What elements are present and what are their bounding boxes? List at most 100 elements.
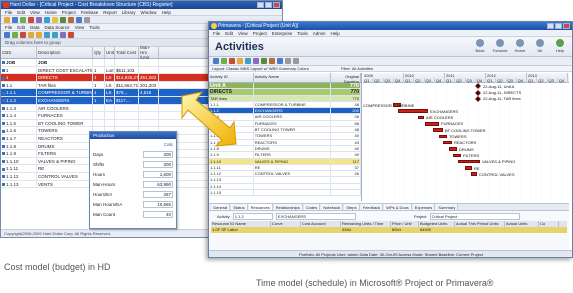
pv-menu-view[interactable]: View <box>238 31 248 36</box>
tree-node-icon[interactable] <box>2 106 5 110</box>
activity-bar[interactable] <box>443 140 452 145</box>
calc-icon[interactable] <box>76 16 82 23</box>
activity-bar[interactable] <box>425 122 439 126</box>
tab-relationships[interactable]: Relationships <box>273 204 303 210</box>
tree-node-icon[interactable] <box>2 91 5 95</box>
indent-icon[interactable] <box>237 58 243 64</box>
filter-label[interactable]: Filter: All Activities <box>341 66 373 72</box>
add-row-icon[interactable] <box>12 31 18 38</box>
activity-id-field[interactable]: 1.1.2 <box>232 213 273 220</box>
open-icon[interactable] <box>4 16 10 23</box>
tree-node-icon[interactable] <box>2 114 5 118</box>
menu-window[interactable]: Window <box>141 10 157 15</box>
activity-bar[interactable] <box>465 166 472 170</box>
submenu-data-source[interactable]: Data Source <box>45 25 70 30</box>
pv-menu-admin[interactable]: Admin <box>313 31 326 36</box>
outdent-icon[interactable] <box>36 31 42 38</box>
activity-bar[interactable] <box>471 172 477 176</box>
minimize-button[interactable] <box>257 2 264 8</box>
tree-node-icon[interactable] <box>2 84 5 88</box>
production-field-value[interactable]: 10,665 <box>143 200 173 208</box>
col-activity-name[interactable]: Activity Name <box>254 73 332 82</box>
tree-node-icon[interactable] <box>2 182 5 186</box>
activity-bar[interactable] <box>398 109 428 113</box>
columns-icon[interactable] <box>277 58 283 64</box>
filter-icon[interactable] <box>261 58 267 64</box>
project-value[interactable]: Critical Project <box>429 213 520 220</box>
menu-edit[interactable]: Edit <box>17 10 25 15</box>
production-field-value[interactable]: 63,990 <box>143 180 173 188</box>
sort-icon[interactable] <box>68 16 74 23</box>
paste-icon[interactable] <box>52 16 58 23</box>
tree-node-icon[interactable] <box>2 61 5 65</box>
back-button[interactable]: Back <box>472 39 488 55</box>
milestone-marker[interactable] <box>475 83 481 90</box>
delete-icon[interactable] <box>28 16 34 23</box>
pv-menu-tools[interactable]: Tools <box>297 31 308 36</box>
layout-label[interactable]: Layout: Classic WBS Layout w/ WBS Summar… <box>212 66 309 71</box>
tab-status[interactable]: Status <box>231 204 248 210</box>
col-cbs[interactable]: CBS <box>1 47 37 58</box>
col-man-hrs[interactable]: Man-Hrs /Unit <box>139 45 159 60</box>
tab-summary[interactable]: Summary <box>436 204 459 210</box>
production-field-value[interactable]: 200 <box>143 160 173 168</box>
pv-menu-enterprise[interactable]: Enterprise <box>272 31 293 36</box>
submenu-tools[interactable]: Tools <box>89 25 100 30</box>
production-field-value[interactable]: 200 <box>143 150 173 158</box>
submenu-view[interactable]: View <box>75 25 85 30</box>
collapse-icon[interactable] <box>52 31 58 38</box>
menu-home[interactable]: Home <box>45 10 57 15</box>
lock-icon[interactable] <box>68 31 74 38</box>
save-icon[interactable] <box>12 16 18 23</box>
submenu-data[interactable]: Data <box>30 25 40 30</box>
tab-resources[interactable]: Resources <box>248 204 273 210</box>
pv-minimize-button[interactable] <box>547 23 554 29</box>
new-icon[interactable] <box>20 16 26 23</box>
tree-node-icon[interactable] <box>2 99 5 103</box>
settings-icon[interactable] <box>84 16 90 23</box>
activity-name-field[interactable]: EXCHANGERS <box>275 213 356 220</box>
pv-menu-project[interactable]: Project <box>253 31 267 36</box>
pv-menu-edit[interactable]: Edit <box>225 31 233 36</box>
delete-activity-icon[interactable] <box>229 58 235 64</box>
tab-general[interactable]: General <box>211 204 231 210</box>
tab-wps-docs[interactable]: WPs & Docs <box>384 204 412 210</box>
tree-node-icon[interactable] <box>2 167 5 171</box>
filter-icon[interactable] <box>60 16 66 23</box>
dir-button[interactable]: Dir <box>532 39 548 55</box>
tree-node-icon[interactable] <box>2 152 5 156</box>
tree-node-icon[interactable] <box>2 68 5 72</box>
copy-icon[interactable] <box>44 16 50 23</box>
print-icon[interactable] <box>36 16 42 23</box>
col-description[interactable]: Description <box>37 47 93 58</box>
menu-file[interactable]: File <box>5 10 12 15</box>
maximize-button[interactable] <box>265 2 272 8</box>
tree-node-icon[interactable] <box>2 122 5 126</box>
tree-node-icon[interactable] <box>2 144 5 148</box>
pv-menu-help[interactable]: Help <box>331 31 340 36</box>
submenu-file[interactable]: File <box>5 25 12 30</box>
menu-view[interactable]: View <box>30 10 40 15</box>
activity-bar[interactable] <box>418 115 424 120</box>
col-original-duration[interactable]: Original Duration <box>331 73 361 84</box>
remove-row-icon[interactable] <box>20 31 26 38</box>
indent-icon[interactable] <box>28 31 34 38</box>
help-button[interactable]: Help <box>552 39 568 55</box>
tree-node-icon[interactable] <box>2 175 5 179</box>
add-activity-icon[interactable] <box>221 58 227 64</box>
tab-expenses[interactable]: Expenses <box>412 204 436 210</box>
tab-notebook[interactable]: Notebook <box>321 204 344 210</box>
tree-node-icon[interactable] <box>2 76 5 80</box>
tab-steps[interactable]: Steps <box>344 204 360 210</box>
col-unit[interactable]: Unit <box>105 47 115 58</box>
menu-firebase[interactable]: Firebase <box>81 10 99 15</box>
col-total-cost[interactable]: Total Cost <box>115 47 139 58</box>
zoom-out-icon[interactable] <box>293 58 299 64</box>
pv-maximize-button[interactable] <box>555 23 562 29</box>
forward-button[interactable]: Forward <box>492 39 508 55</box>
activity-bar[interactable] <box>458 159 480 164</box>
col-activity-id[interactable]: Activity ID <box>209 73 254 82</box>
production-field-value[interactable]: 40 <box>143 210 173 218</box>
zoom-in-icon[interactable] <box>285 58 291 64</box>
level-icon[interactable] <box>253 58 259 64</box>
